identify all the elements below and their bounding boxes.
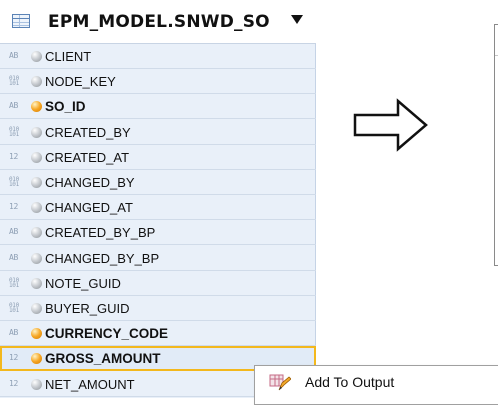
data-type-icon: 12 bbox=[9, 151, 19, 161]
output-window bbox=[494, 24, 498, 266]
table-title: EPM_MODEL.SNWD_SO bbox=[48, 12, 270, 32]
column-row[interactable]: AB SO_ID bbox=[0, 94, 316, 120]
data-type-icon: AB bbox=[9, 227, 19, 237]
column-icon bbox=[31, 277, 42, 289]
column-name: CREATED_BY_BP bbox=[45, 225, 156, 241]
context-menu-item-label: Add To Output bbox=[305, 374, 395, 390]
table-node-header[interactable]: EPM_MODEL.SNWD_SO bbox=[0, 0, 316, 44]
table-icon bbox=[12, 14, 30, 28]
column-row[interactable]: AB CLIENT bbox=[0, 44, 316, 69]
column-icon bbox=[31, 227, 42, 239]
column-name: SO_ID bbox=[45, 99, 86, 115]
context-menu: Add To Output bbox=[254, 365, 498, 405]
column-icon bbox=[31, 126, 42, 138]
add-to-output-icon bbox=[269, 374, 291, 391]
column-icon bbox=[31, 51, 42, 62]
column-row[interactable]: AB CURRENCY_CODE bbox=[0, 321, 316, 347]
column-name: BUYER_GUID bbox=[45, 301, 130, 316]
data-type-icon: 010 101 bbox=[9, 75, 19, 88]
data-type-icon: AB bbox=[9, 51, 19, 60]
column-row[interactable]: 12 CREATED_AT bbox=[0, 145, 316, 170]
key-column-icon bbox=[31, 353, 42, 365]
column-row[interactable]: 12 CHANGED_AT bbox=[0, 195, 316, 221]
chevron-down-icon[interactable] bbox=[291, 15, 303, 24]
column-name: CHANGED_BY bbox=[45, 175, 135, 190]
data-type-icon: 12 bbox=[9, 202, 19, 212]
column-row[interactable]: AB CREATED_BY_BP bbox=[0, 220, 316, 246]
data-type-icon: 010 101 bbox=[9, 176, 19, 188]
column-row[interactable]: AB CHANGED_BY_BP bbox=[0, 246, 316, 271]
table-node-panel: EPM_MODEL.SNWD_SO AB CLIENT 010 101 NODE_KE… bbox=[0, 0, 316, 398]
column-name: CLIENT bbox=[45, 49, 92, 64]
column-row[interactable]: 010 101 BUYER_GUID bbox=[0, 296, 316, 321]
data-type-icon: 12 bbox=[9, 378, 19, 388]
data-type-icon: AB bbox=[9, 328, 19, 338]
column-name: GROSS_AMOUNT bbox=[45, 351, 161, 367]
column-name: NODE_KEY bbox=[45, 74, 116, 90]
column-name: NOTE_GUID bbox=[45, 275, 121, 291]
data-type-icon: AB bbox=[9, 101, 19, 111]
column-name: CREATED_BY bbox=[45, 124, 131, 140]
column-icon bbox=[31, 378, 42, 390]
column-row[interactable]: 010 101 NODE_KEY bbox=[0, 69, 316, 95]
column-name: CHANGED_AT bbox=[45, 200, 133, 216]
data-type-icon: 12 bbox=[9, 353, 19, 363]
column-icon bbox=[31, 303, 42, 314]
key-column-icon bbox=[31, 101, 42, 113]
column-name: NET_AMOUNT bbox=[45, 376, 135, 392]
column-icon bbox=[31, 177, 42, 188]
column-row[interactable]: 010 101 NOTE_GUID bbox=[0, 271, 316, 296]
column-icon bbox=[31, 76, 42, 88]
column-icon bbox=[31, 202, 42, 214]
data-type-icon: AB bbox=[9, 252, 19, 262]
data-type-icon: 010 101 bbox=[9, 302, 19, 314]
arrow-right-icon bbox=[353, 98, 428, 152]
column-row[interactable]: 010 101 CREATED_BY bbox=[0, 120, 316, 145]
column-icon bbox=[31, 151, 42, 163]
column-row[interactable]: 010 101 CHANGED_BY bbox=[0, 170, 316, 195]
column-icon bbox=[31, 252, 42, 264]
key-column-icon bbox=[31, 328, 42, 340]
data-type-icon: 010 101 bbox=[9, 276, 19, 289]
column-name: CURRENCY_CODE bbox=[45, 326, 169, 342]
column-name: CREATED_AT bbox=[45, 149, 130, 165]
data-type-icon: 010 101 bbox=[9, 125, 19, 138]
column-name: CHANGED_BY_BP bbox=[45, 250, 160, 266]
